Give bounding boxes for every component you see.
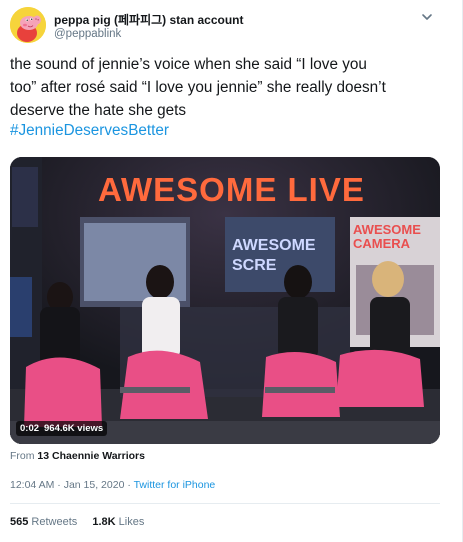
timestamp[interactable]: 12:04 AM · Jan 15, 2020 · xyxy=(10,479,131,491)
retweets-label: Retweets xyxy=(31,516,78,528)
peppa-pig-avatar-icon xyxy=(10,7,46,43)
retweets-count: 565 xyxy=(10,516,29,528)
divider xyxy=(10,503,440,504)
from-account-link[interactable]: 13 Chaennie Warriors xyxy=(37,450,145,462)
video-views: 964.6K views xyxy=(44,423,104,434)
sign-awesome-camera: AWESOME CAMERA xyxy=(353,222,421,251)
from-label: From xyxy=(10,450,35,462)
engagement-stats: 565 Retweets 1.8K Likes xyxy=(10,516,144,528)
client-source-link[interactable]: Twitter for iPhone xyxy=(134,479,216,491)
video-badge: 0:02 964.6K views xyxy=(16,421,108,436)
user-handle[interactable]: @peppablink xyxy=(54,28,121,40)
tweet-text: the sound of jennie’s voice when she sai… xyxy=(10,53,440,122)
chevron-down-icon[interactable] xyxy=(420,10,434,24)
timestamp-row: 12:04 AM · Jan 15, 2020 · Twitter for iP… xyxy=(10,479,215,491)
retweets-stat[interactable]: 565 Retweets xyxy=(10,516,77,528)
hashtag-link[interactable]: #JennieDeservesBetter xyxy=(10,119,169,142)
avatar[interactable] xyxy=(10,7,46,43)
from-attribution: From 13 Chaennie Warriors xyxy=(10,450,145,462)
video-elapsed: 0:02 xyxy=(20,423,40,434)
video-player[interactable]: AWESOME LIVE AWESOME CAMERA AWESOME SCRE xyxy=(10,157,440,444)
tweet-text-line: too” after rosé said “I love you jennie”… xyxy=(10,79,386,96)
likes-stat[interactable]: 1.8K Likes xyxy=(92,516,144,528)
tweet-card: peppa pig (페파피그) stan account @peppablin… xyxy=(0,0,463,542)
likes-label: Likes xyxy=(118,516,145,528)
neon-sign-awesome-live: AWESOME LIVE xyxy=(98,171,365,208)
sign-awesome-screen-top: AWESOME xyxy=(232,237,316,254)
display-name[interactable]: peppa pig (페파피그) stan account xyxy=(54,11,244,28)
likes-count: 1.8K xyxy=(92,516,116,528)
tweet-text-line: the sound of jennie’s voice when she sai… xyxy=(10,56,367,73)
sign-awesome-screen-bottom: SCRE xyxy=(232,257,277,274)
